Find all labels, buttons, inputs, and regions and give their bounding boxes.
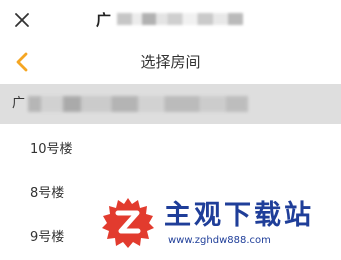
- back-button[interactable]: [10, 48, 34, 76]
- window-title: 广: [96, 8, 244, 30]
- page-title: 选择房间: [140, 53, 201, 71]
- section-header: 广: [0, 84, 341, 124]
- redacted-address: [28, 96, 248, 112]
- watermark: 主观下载站 www.zghdw888.com: [92, 188, 341, 256]
- watermark-url: www.zghdw888.com: [168, 235, 271, 246]
- redacted-title: [117, 13, 244, 25]
- chevron-left-icon: [16, 52, 28, 72]
- section-label: 广: [12, 96, 26, 111]
- close-button[interactable]: [13, 11, 31, 29]
- watermark-logo-icon: [102, 198, 154, 248]
- top-bar: 广: [0, 0, 341, 40]
- page-header: 选择房间: [0, 40, 341, 84]
- list-item[interactable]: 10号楼: [0, 124, 341, 172]
- close-icon: [15, 13, 29, 27]
- window-title-text: 广: [96, 10, 112, 29]
- watermark-title: 主观下载站: [164, 200, 314, 231]
